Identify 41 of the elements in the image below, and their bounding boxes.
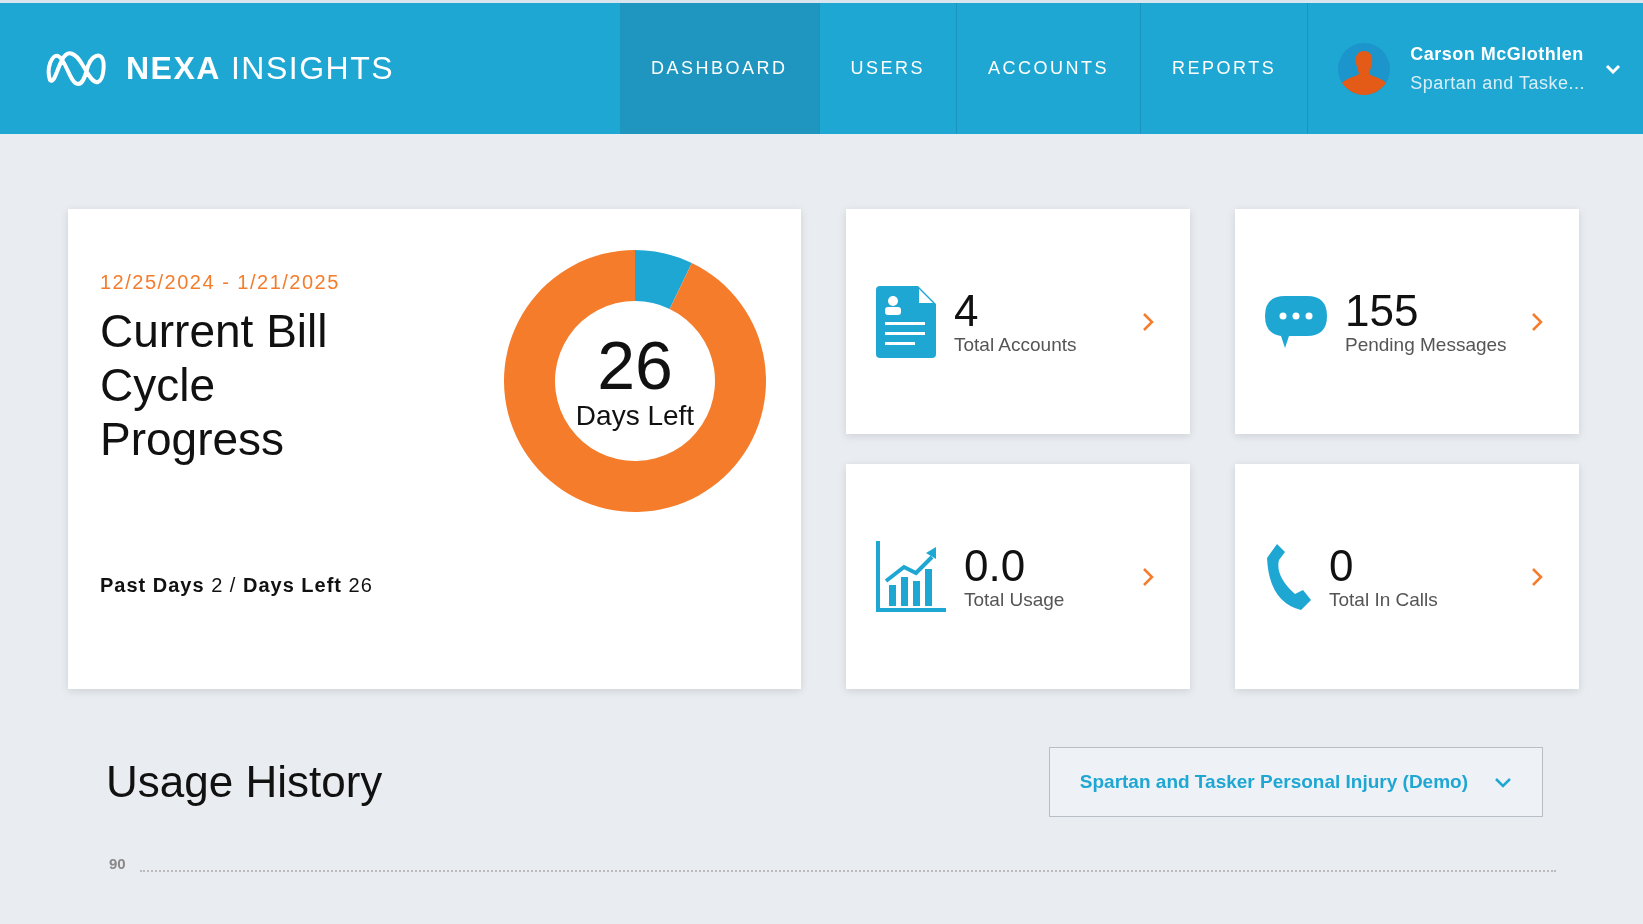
user-menu[interactable]: Carson McGlothlen Spartan and Taske...	[1308, 3, 1643, 134]
user-name: Carson McGlothlen	[1410, 43, 1585, 65]
days-left-value: 26	[597, 330, 673, 400]
brand-name: NEXA	[126, 50, 221, 87]
stat-card[interactable]: 0.0 Total Usage	[846, 464, 1190, 689]
stat-card[interactable]: 4 Total Accounts	[846, 209, 1190, 434]
stat-label: Total Accounts	[954, 333, 1078, 356]
chevron-down-icon	[1494, 776, 1512, 788]
phone-icon	[1265, 541, 1311, 612]
chat-bubble-icon	[1265, 295, 1327, 348]
stat-label: Total In Calls	[1329, 588, 1439, 611]
account-dropdown[interactable]: Spartan and Tasker Personal Injury (Demo)	[1048, 747, 1543, 817]
stat-value: 155	[1345, 287, 1420, 334]
chevron-right-icon	[1142, 566, 1154, 587]
stat-value: 4	[954, 287, 980, 334]
user-company: Spartan and Taske...	[1410, 72, 1586, 94]
nav-tab[interactable]: USERS	[819, 3, 958, 134]
stat-card[interactable]: 155 Pending Messages	[1235, 209, 1579, 434]
wave-logo-icon	[46, 49, 108, 88]
brand-tagline: INSIGHTS	[230, 50, 395, 87]
card-title: Current Bill Cycle Progress	[100, 304, 329, 466]
avatar-icon	[1338, 42, 1391, 95]
nav-tab[interactable]: DASHBOARD	[620, 3, 820, 134]
nav-tab[interactable]: ACCOUNTS	[957, 3, 1142, 134]
stat-label: Pending Messages	[1345, 333, 1508, 356]
date-range: 12/25/2024 - 1/21/2025	[100, 271, 341, 294]
stat-label: Total Usage	[964, 588, 1066, 611]
document-icon	[876, 285, 936, 358]
days-left-label: Days Left	[575, 400, 695, 432]
chevron-down-icon	[1605, 63, 1622, 74]
stat-card[interactable]: 0 Total In Calls	[1235, 464, 1579, 689]
axis-tick-label: 90	[109, 855, 126, 872]
chevron-right-icon	[1531, 566, 1543, 587]
section-title: Usage History	[106, 757, 383, 807]
stat-value: 0	[1329, 542, 1355, 589]
nav-tab[interactable]: REPORTS	[1141, 3, 1309, 134]
days-summary: Past Days 2 / Days Left 26	[100, 574, 374, 597]
chevron-right-icon	[1531, 311, 1543, 332]
chevron-right-icon	[1142, 311, 1154, 332]
stat-value: 0.0	[964, 542, 1027, 589]
bar-chart-icon	[876, 540, 946, 613]
